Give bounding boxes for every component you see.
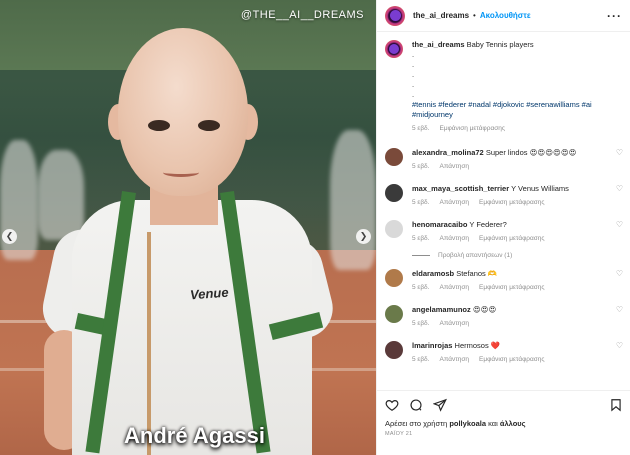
shirt-logo: Venue [189,284,230,303]
comment-time[interactable]: 5 εβδ. [412,283,429,293]
share-icon[interactable] [433,398,447,412]
post-caption: the_ai_dreams Baby Tennis players . . . … [385,40,623,134]
see-translation-link[interactable]: Εμφάνιση μετάφρασης [439,124,505,134]
see-translation-link[interactable]: Εμφάνιση μετάφρασης [479,234,545,244]
comment-text: Hermosos ❤️ [454,341,501,350]
comment-username[interactable]: lmarinrojas [412,341,452,350]
comment-username[interactable]: max_maya_scottish_terrier [412,184,509,193]
likes-prefix: Αρέσει στο χρήστη [385,419,448,428]
avatar[interactable] [385,40,403,58]
caption-username[interactable]: the_ai_dreams [412,40,465,49]
comment-username[interactable]: eldaramosb [412,269,454,278]
comment-text: 😍😍😍 [472,305,497,314]
comment-username[interactable]: alexandra_molina72 [412,148,484,157]
avatar[interactable] [385,341,403,359]
heart-icon[interactable]: ♡ [616,220,623,229]
post-side-panel: the_ai_dreams • Ακολουθήστε ··· the_ai_d… [376,0,630,455]
comment-item: max_maya_scottish_terrier Y Venus Willia… [385,184,623,208]
comment-username[interactable]: angelamamunoz [412,305,471,314]
replies-divider [412,255,430,256]
chevron-right-icon: ❯ [359,231,368,241]
more-options-button[interactable]: ··· [607,9,622,23]
caption-dot: . [412,70,415,79]
comment-item: lmarinrojas Hermosos ❤️ 5 εβδ. Απάντηση … [385,341,623,365]
heart-icon[interactable] [385,398,399,412]
avatar[interactable] [385,305,403,323]
comment-time[interactable]: 5 εβδ. [412,319,429,329]
reply-button[interactable]: Απάντηση [439,198,469,208]
post-header: the_ai_dreams • Ακολουθήστε ··· [377,0,630,32]
zipper [147,232,151,455]
caption-dot: . [412,50,415,59]
comment-text: Super lindos 😍😍😍😍😍😍 [485,148,577,157]
eye-right [198,120,220,131]
heart-icon[interactable]: ♡ [616,184,623,193]
see-translation-link[interactable]: Εμφάνιση μετάφρασης [479,198,545,208]
background-figure [330,130,376,270]
caption-text: Baby Tennis players [466,40,534,49]
reply-button[interactable]: Απάντηση [439,162,469,172]
avatar[interactable] [385,220,403,238]
mouth [163,168,199,177]
likes-suffix: και [488,419,498,428]
comments-list[interactable]: the_ai_dreams Baby Tennis players . . . … [377,32,630,390]
likes-user[interactable]: pollykoala [449,419,486,428]
next-image-button[interactable]: ❯ [356,229,371,244]
comment-item: eldaramosb Stefanos 🫶 5 εβδ. Απάντηση Εμ… [385,269,623,293]
heart-icon[interactable]: ♡ [616,269,623,278]
comment-item: angelamamunoz 😍😍😍 5 εβδ. Απάντηση ♡ [385,305,623,329]
avatar[interactable] [385,148,403,166]
comment-time[interactable]: 5 εβδ. [412,234,429,244]
reply-button[interactable]: Απάντηση [439,319,469,329]
view-replies-label: Προβολή απαντήσεων (1) [438,252,513,259]
post-actions: Αρέσει στο χρήστη pollykoala και άλλους … [377,390,630,443]
caption-dot: . [412,60,415,69]
view-replies-button[interactable]: Προβολή απαντήσεων (1) [412,252,623,259]
header-username[interactable]: the_ai_dreams [413,11,469,20]
background-figure [38,150,84,240]
comment-time[interactable]: 5 εβδ. [412,198,429,208]
caption-hashtags[interactable]: #tennis #federer #nadal #djokovic #seren… [412,100,623,120]
likes-others[interactable]: άλλους [500,419,526,428]
comment-icon[interactable] [409,398,423,412]
caption-dot: . [412,90,415,99]
likes-summary: Αρέσει στο χρήστη pollykoala και άλλους [385,419,623,428]
heart-icon[interactable]: ♡ [616,148,623,157]
comment-text: Y Venus Williams [511,184,569,193]
follow-button[interactable]: Ακολουθήστε [480,11,531,20]
chevron-left-icon: ❮ [5,231,14,241]
bookmark-icon[interactable] [609,398,623,412]
reply-button[interactable]: Απάντηση [439,283,469,293]
comment-text: Y Federer? [469,220,507,229]
avatar[interactable] [385,184,403,202]
comment-item: alexandra_molina72 Super lindos 😍😍😍😍😍😍 5… [385,148,623,172]
image-watermark: @THE__AI__DREAMS [240,9,364,21]
avatar[interactable] [385,269,403,287]
separator-dot: • [473,11,476,20]
heart-icon[interactable]: ♡ [616,305,623,314]
avatar[interactable] [385,5,405,26]
see-translation-link[interactable]: Εμφάνιση μετάφρασης [479,355,545,365]
comment-time[interactable]: 5 εβδ. [412,355,429,365]
post-image[interactable]: Venue @THE__AI__DREAMS André Agassi ❮ ❯ [0,0,376,455]
comment-username[interactable]: henomaracaibo [412,220,467,229]
reply-button[interactable]: Απάντηση [439,355,469,365]
prev-image-button[interactable]: ❮ [2,229,17,244]
caption-dot: . [412,80,415,89]
comment-time[interactable]: 5 εβδ. [412,162,429,172]
image-caption: André Agassi [124,423,266,448]
caption-time[interactable]: 5 εβδ. [412,124,429,134]
post-date[interactable]: ΜΑΪΟΥ 21 [385,431,623,437]
comment-item: henomaracaibo Y Federer? 5 εβδ. Απάντηση… [385,220,623,244]
heart-icon[interactable]: ♡ [616,341,623,350]
reply-button[interactable]: Απάντηση [439,234,469,244]
see-translation-link[interactable]: Εμφάνιση μετάφρασης [479,283,545,293]
comment-text: Stefanos 🫶 [456,269,498,278]
eye-left [148,120,170,131]
